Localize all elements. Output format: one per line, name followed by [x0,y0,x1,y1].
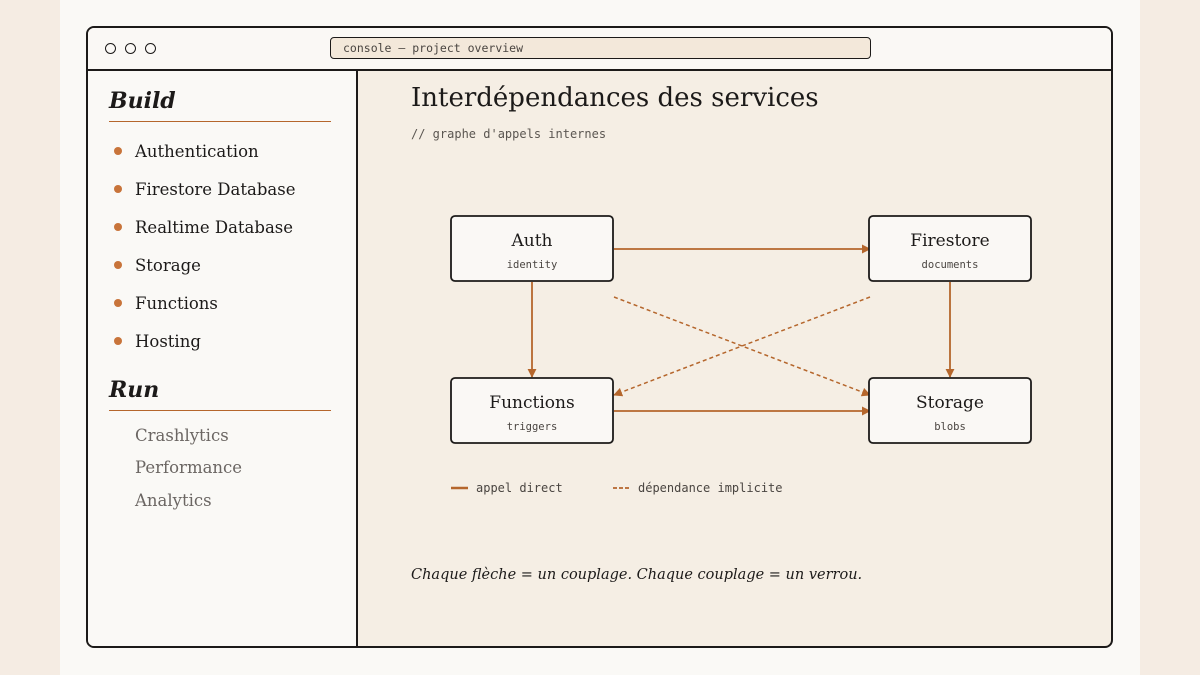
sidebar-item-label: Hosting [135,332,201,351]
node-sublabel: identity [507,259,558,271]
sidebar-item-hosting[interactable]: Hosting [114,332,201,351]
node-label: Functions [489,393,574,413]
bullet-icon [114,184,122,193]
window-close-dot[interactable] [105,43,116,54]
run-section-divider [109,410,331,411]
node-functions[interactable]: Functions triggers [450,377,614,444]
node-firestore[interactable]: Firestore documents [868,215,1032,282]
service-dependency-diagram: Auth identity Firestore documents Functi… [450,215,1032,495]
sidebar-item-realtime-database[interactable]: Realtime Database [114,218,293,237]
footer-note: Chaque flèche = un couplage. Chaque coup… [411,567,863,583]
sidebar-item-authentication[interactable]: Authentication [114,142,259,161]
sidebar-item-firestore-database[interactable]: Firestore Database [114,180,295,199]
bullet-icon [114,222,122,231]
bullet-icon [114,260,122,269]
sidebar-item-analytics[interactable]: Analytics [135,491,212,510]
node-label: Firestore [910,231,989,251]
node-sublabel: documents [922,259,979,271]
node-sublabel: triggers [507,421,558,433]
address-bar[interactable]: console — project overview [330,37,871,59]
console-window: console — project overview Build Authent… [86,26,1113,648]
node-label: Storage [916,393,984,413]
build-section-title: Build [109,88,176,114]
sidebar-item-label: Functions [135,294,218,313]
window-minimize-dot[interactable] [125,43,136,54]
node-label: Auth [510,231,552,251]
bullet-icon [114,298,122,307]
build-section-divider [109,121,331,122]
diagram-legend: appel direct dépendance implicite [451,481,783,495]
sidebar: Build Authentication Firestore Database … [88,71,358,646]
sidebar-item-performance[interactable]: Performance [135,458,242,477]
node-auth[interactable]: Auth identity [450,215,614,282]
sidebar-item-label: Storage [135,256,201,275]
window-titlebar: console — project overview [88,28,1111,71]
node-storage[interactable]: Storage blobs [868,377,1032,444]
bullet-icon [114,146,122,155]
run-section-title: Run [109,377,160,403]
sidebar-item-storage[interactable]: Storage [114,256,201,275]
sidebar-item-label: Authentication [135,142,259,161]
legend-direct-label: appel direct [476,481,563,495]
sidebar-item-label: Realtime Database [135,218,294,237]
sidebar-item-label: Firestore Database [135,180,296,199]
window-maximize-dot[interactable] [145,43,156,54]
node-sublabel: blobs [934,421,966,433]
legend-implicit-label: dépendance implicite [638,481,783,495]
sidebar-item-functions[interactable]: Functions [114,294,218,313]
main-panel: Interdépendances des services // graphe … [358,71,1111,646]
sidebar-item-crashlytics[interactable]: Crashlytics [135,426,229,445]
bullet-icon [114,336,122,345]
